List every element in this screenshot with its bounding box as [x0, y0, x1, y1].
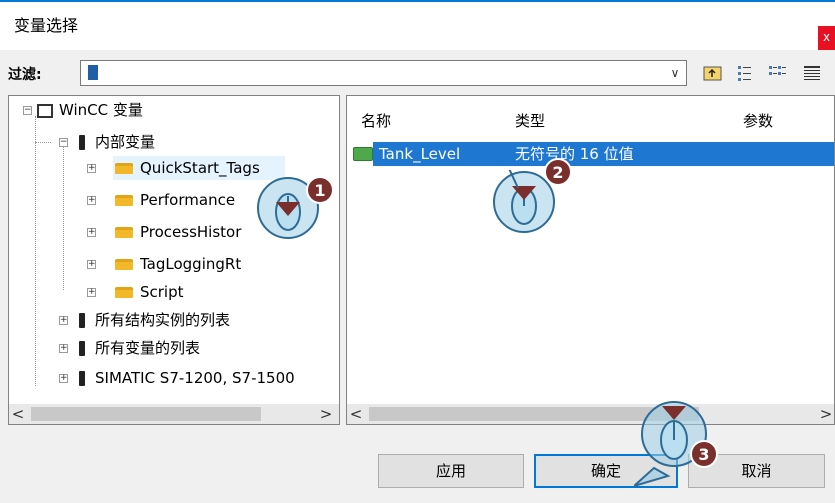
tag-name-cell: Tank_Level	[379, 145, 461, 163]
scroll-right-icon[interactable]: >	[317, 404, 335, 424]
tree-item-label: 所有结构实例的列表	[95, 311, 231, 329]
collapse-icon[interactable]: −	[59, 138, 68, 147]
expand-icon[interactable]: +	[87, 288, 96, 297]
tag-icon	[79, 341, 85, 356]
column-header-params[interactable]: 参数	[743, 110, 773, 131]
folder-icon	[115, 287, 133, 298]
details-view-icon[interactable]	[767, 62, 789, 84]
expand-icon[interactable]: +	[59, 344, 68, 353]
grid-view-icon[interactable]	[801, 62, 823, 84]
column-header-name[interactable]: 名称	[361, 110, 391, 131]
list-view-icon[interactable]	[735, 62, 757, 84]
expand-icon[interactable]: +	[87, 164, 96, 173]
table-row[interactable]: Tank_Level 无符号的 16 位值	[347, 142, 834, 166]
tree-item-label: QuickStart_Tags	[140, 159, 260, 177]
folder-icon	[115, 195, 133, 206]
scroll-left-icon[interactable]: <	[9, 404, 27, 424]
tag-icon	[79, 313, 85, 328]
tag-icon	[79, 135, 85, 150]
folder-icon	[115, 227, 133, 238]
filter-input[interactable]	[80, 60, 687, 86]
column-header-type[interactable]: 类型	[515, 110, 545, 131]
scrollbar-thumb[interactable]	[31, 407, 261, 421]
close-button[interactable]: x	[818, 26, 835, 50]
expand-icon[interactable]: +	[59, 316, 68, 325]
tag-type-cell: 无符号的 16 位值	[515, 145, 634, 163]
folder-icon	[115, 259, 133, 270]
tree-item-label: WinCC 变量	[59, 101, 143, 119]
folder-icon	[115, 163, 133, 174]
expand-icon[interactable]: +	[87, 196, 96, 205]
expand-icon[interactable]: +	[87, 228, 96, 237]
window-title: 变量选择	[14, 16, 79, 35]
tag-icon	[79, 371, 85, 386]
step-badge-1: 1	[306, 176, 334, 204]
title-bar	[0, 2, 835, 48]
folder-up-icon[interactable]	[702, 62, 724, 84]
computer-icon	[37, 103, 53, 118]
tree-item-label: ProcessHistor	[140, 223, 242, 241]
tree-horizontal-scrollbar[interactable]: < >	[9, 404, 339, 424]
filter-text-selection	[88, 65, 98, 80]
expand-icon[interactable]: +	[87, 260, 96, 269]
filter-label: 过滤:	[8, 67, 42, 83]
tree-item-label: TagLoggingRt	[140, 255, 242, 273]
list-horizontal-scrollbar[interactable]: < >	[347, 404, 834, 424]
apply-button[interactable]: 应用	[378, 454, 524, 488]
step-badge-3: 3	[690, 440, 718, 468]
scroll-right-icon[interactable]: >	[817, 404, 834, 424]
tree-item-label: Script	[140, 283, 184, 301]
scroll-left-icon[interactable]: <	[347, 404, 365, 424]
tree-item-label: 所有变量的列表	[95, 339, 201, 357]
tree-item-label: 内部变量	[95, 133, 156, 151]
tag-list[interactable]: 名称 类型 参数 Tank_Level 无符号的 16 位值 < >	[346, 95, 835, 425]
tree-item-label: Performance	[140, 191, 236, 209]
tree-item-label: SIMATIC S7-1200, S7-1500	[95, 369, 295, 387]
chevron-down-icon[interactable]: ∨	[666, 64, 684, 82]
step-badge-2: 2	[544, 158, 572, 186]
expand-icon[interactable]: +	[59, 374, 68, 383]
collapse-icon[interactable]: −	[23, 106, 32, 115]
tag-icon	[353, 147, 373, 161]
